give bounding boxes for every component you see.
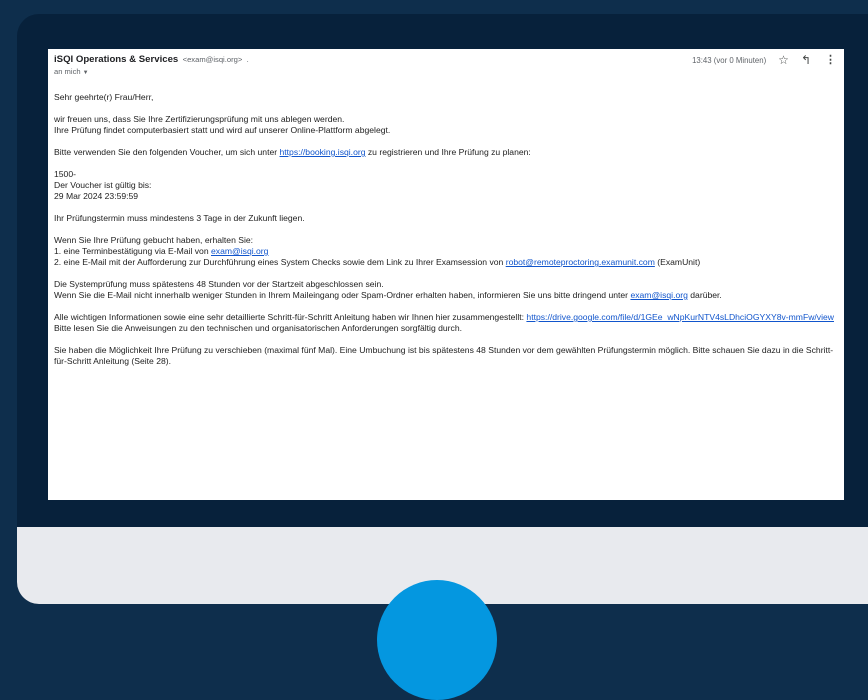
list-item-2-post: (ExamUnit): [654, 257, 701, 267]
appointment-note-text: Ihr Prüfungstermin muss mindestens 3 Tag…: [54, 213, 305, 223]
system-check-line-2-post: darüber.: [687, 290, 722, 300]
sender-email-suffix: .: [246, 55, 249, 64]
more-vert-icon[interactable]: ⋮: [825, 55, 836, 66]
after-booking-list: Wenn Sie Ihre Prüfung gebucht haben, erh…: [54, 235, 840, 268]
voucher-valid-date: 29 Mar 2024 23:59:59: [54, 191, 139, 201]
intro-line-1: wir freuen uns, dass Sie Ihre Zertifizie…: [54, 114, 345, 124]
reschedule-text: Sie haben die Möglichkeit Ihre Prüfung z…: [54, 345, 834, 366]
list-item-1-text: 1. eine Terminbestätigung via E-Mail von: [54, 246, 211, 256]
system-check-line-1: Die Systemprüfung muss spätestens 48 Stu…: [54, 279, 384, 289]
booking-link[interactable]: https://booking.isqi.org: [280, 147, 366, 157]
exam-email-link[interactable]: exam@isqi.org: [211, 246, 268, 256]
robot-email-link[interactable]: robot@remoteproctoring.examunit.com: [506, 257, 655, 267]
voucher-valid-label: Der Voucher ist gültig bis:: [54, 180, 152, 190]
decorative-circle: [377, 580, 497, 700]
intro-paragraph: wir freuen uns, dass Sie Ihre Zertifizie…: [54, 114, 840, 136]
guide-paragraph: Alle wichtigen Informationen sowie eine …: [54, 312, 840, 334]
email-header: iSQI Operations & Services <exam@isqi.or…: [54, 54, 836, 80]
chevron-down-icon[interactable]: ▼: [83, 70, 89, 76]
intro-line-2: Ihre Prüfung findet computerbasiert stat…: [54, 125, 391, 135]
email-meta: 13:43 (vor 0 Minuten) ☆ ↰ ⋮: [692, 54, 836, 66]
reschedule-paragraph: Sie haben die Möglichkeit Ihre Prüfung z…: [54, 345, 840, 367]
recipient-row[interactable]: an mich ▼: [54, 66, 836, 79]
list-item-2-text: 2. eine E-Mail mit der Aufforderung zur …: [54, 257, 506, 267]
guide-read-note: Bitte lesen Sie die Anweisungen zu den t…: [54, 323, 462, 333]
voucher-instruction-pre: Bitte verwenden Sie den folgenden Vouche…: [54, 147, 280, 157]
voucher-instruction: Bitte verwenden Sie den folgenden Vouche…: [54, 147, 840, 158]
guide-drive-link[interactable]: https://drive.google.com/file/d/1GEe_wNp…: [526, 312, 834, 322]
recipient-label: an mich: [54, 67, 81, 76]
email-message: iSQI Operations & Services <exam@isqi.or…: [48, 49, 844, 500]
reply-icon[interactable]: ↰: [801, 54, 811, 66]
sender-name[interactable]: iSQI Operations & Services: [54, 54, 178, 65]
star-icon[interactable]: ☆: [778, 54, 789, 66]
guide-intro: Alle wichtigen Informationen sowie eine …: [54, 312, 527, 322]
salutation-text: Sehr geehrte(r) Frau/Herr,: [54, 92, 154, 102]
system-check-paragraph: Die Systemprüfung muss spätestens 48 Stu…: [54, 279, 840, 301]
system-check-line-2: Wenn Sie die E-Mail nicht innerhalb weni…: [54, 290, 631, 300]
email-time: 13:43 (vor 0 Minuten): [692, 56, 767, 65]
after-booking-intro: Wenn Sie Ihre Prüfung gebucht haben, erh…: [54, 235, 254, 245]
appointment-note: Ihr Prüfungstermin muss mindestens 3 Tag…: [54, 213, 840, 224]
voucher-details: 1500- Der Voucher ist gültig bis: 29 Mar…: [54, 169, 840, 202]
sender-email: <exam@isqi.org>: [182, 55, 243, 64]
email-body: Sehr geehrte(r) Frau/Herr, wir freuen un…: [54, 92, 840, 378]
voucher-instruction-post: zu registrieren und Ihre Prüfung zu plan…: [365, 147, 531, 157]
salutation: Sehr geehrte(r) Frau/Herr,: [54, 92, 840, 103]
voucher-code: 1500-: [54, 169, 76, 179]
support-email-link[interactable]: exam@isqi.org: [630, 290, 687, 300]
